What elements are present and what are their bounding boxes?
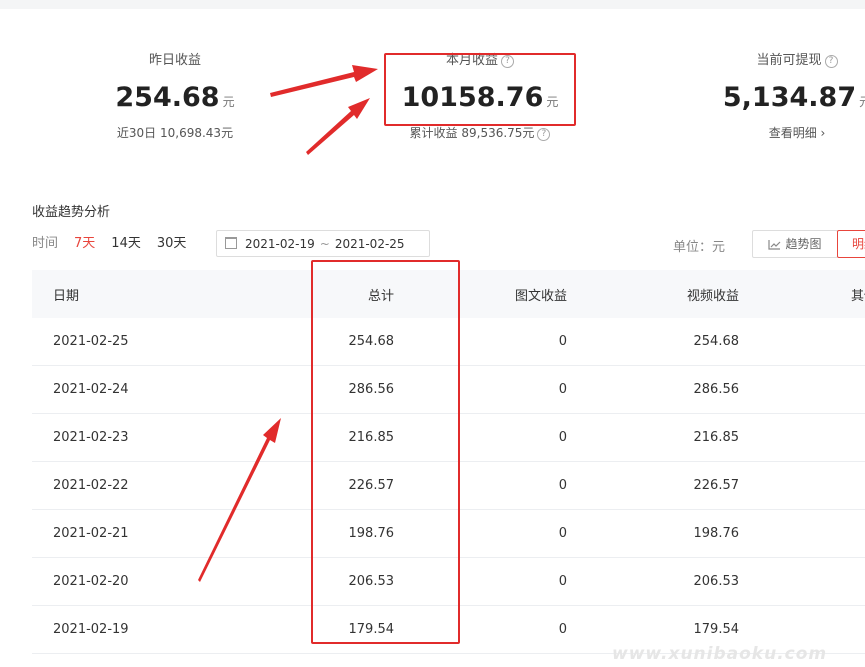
cell-article-earnings: 0	[558, 526, 567, 541]
cell-date: 2021-02-19	[53, 622, 129, 637]
table-row: 2021-02-21 198.76 0 198.76	[32, 510, 865, 558]
cell-total: 254.68	[348, 334, 395, 349]
stat-value: 10158.76 元	[395, 78, 565, 118]
column-header-article-earnings: 图文收益	[514, 288, 567, 304]
date-range-picker[interactable]: 2021-02-19 ~2021-02-25	[216, 230, 430, 257]
cell-total: 206.53	[348, 574, 395, 589]
stat-label: 当前可提现?	[712, 52, 865, 70]
unit-label: 单位：元	[673, 240, 726, 255]
stat-label-text: 当前可提现	[756, 53, 822, 68]
cell-total: 286.56	[348, 382, 395, 397]
date-start: 2021-02-19	[245, 237, 315, 251]
cell-total: 198.76	[348, 526, 395, 541]
help-icon[interactable]: ?	[824, 55, 838, 68]
cell-article-earnings: 0	[558, 430, 567, 445]
watermark: www.xunibaoku.com	[612, 644, 828, 664]
help-icon[interactable]: ?	[501, 55, 514, 68]
stat-unit: 元	[546, 95, 559, 109]
filter-14-days[interactable]: 14天	[111, 236, 141, 251]
column-header-video-earnings: 视频收益	[686, 288, 739, 304]
column-header-total: 总计	[367, 288, 394, 304]
cell-date: 2021-02-21	[53, 526, 129, 541]
stat-label: 昨日收益	[148, 53, 201, 68]
stat-unit: 元	[859, 95, 865, 109]
time-filter: 时间 7天 14天 30天	[32, 233, 202, 255]
stat-unit: 元	[222, 95, 235, 109]
date-separator: ~	[319, 237, 330, 251]
stat-number: 10158.76	[401, 82, 544, 113]
date-end: 2021-02-25	[334, 237, 405, 251]
stat-sub-text: 累计收益 89,536.75元	[409, 126, 535, 140]
table-row: 2021-02-20 206.53 0 206.53	[32, 558, 865, 606]
stat-label: 本月收益?	[395, 52, 565, 70]
cell-article-earnings: 0	[558, 574, 567, 589]
cell-total: 216.85	[348, 430, 395, 445]
stat-month: 本月收益? 10158.76 元 累计收益 89,536.75元?	[395, 52, 565, 141]
cell-article-earnings: 0	[558, 382, 567, 397]
filter-7-days[interactable]: 7天	[74, 236, 95, 251]
cell-article-earnings: 0	[558, 478, 567, 493]
cell-date: 2021-02-22	[53, 478, 129, 493]
cell-date: 2021-02-20	[53, 574, 129, 589]
table-row: 2021-02-24 286.56 0 286.56	[32, 366, 865, 414]
stat-yesterday: 昨日收益 254.68 元 近30日 10,698.43元	[90, 52, 260, 141]
trend-button-label: 趋势图	[785, 237, 822, 251]
arrow-icon	[306, 98, 370, 155]
stat-number: 254.68	[115, 82, 220, 113]
table-row: 2021-02-25 254.68 0 254.68	[32, 318, 865, 366]
arrow-icon	[270, 65, 378, 97]
section-title: 收益趋势分析	[32, 205, 111, 220]
earnings-table: 日期 总计 图文收益 视频收益 其他 2021-02-25 254.68 0 2…	[32, 270, 865, 654]
cell-video-earnings: 254.68	[693, 334, 740, 349]
time-filter-label: 时间	[32, 236, 59, 251]
filter-30-days[interactable]: 30天	[157, 236, 187, 251]
cell-date: 2021-02-24	[53, 382, 129, 397]
cell-total: 179.54	[348, 622, 395, 637]
stat-sub: 累计收益 89,536.75元?	[395, 124, 565, 141]
help-icon[interactable]: ?	[537, 128, 551, 141]
stat-value: 5,134.87元	[712, 78, 865, 118]
stat-value: 254.68 元	[90, 78, 260, 118]
stat-label-text: 本月收益	[445, 53, 498, 68]
table-header: 日期 总计 图文收益 视频收益 其他	[32, 270, 865, 318]
table-row: 2021-02-23 216.85 0 216.85	[32, 414, 865, 462]
stat-number: 5,134.87	[722, 82, 857, 113]
stat-sub: 近30日 10,698.43元	[116, 126, 234, 140]
cell-article-earnings: 0	[558, 622, 567, 637]
cell-video-earnings: 226.57	[693, 478, 740, 493]
cell-video-earnings: 206.53	[693, 574, 740, 589]
calendar-icon	[225, 237, 237, 249]
stat-available: 当前可提现? 5,134.87元 查看明细 ›	[712, 52, 865, 141]
table-button-label: 明细	[852, 237, 865, 251]
cell-date: 2021-02-25	[53, 334, 129, 349]
cell-article-earnings: 0	[558, 334, 567, 349]
cell-video-earnings: 198.76	[693, 526, 740, 541]
cell-video-earnings: 286.56	[693, 382, 740, 397]
column-header-other: 其他	[851, 288, 865, 304]
column-header-date: 日期	[53, 288, 80, 304]
trend-icon	[768, 240, 781, 250]
table-view-button[interactable]: 明细	[837, 230, 865, 258]
table-row: 2021-02-22 226.57 0 226.57	[32, 462, 865, 510]
view-details-link[interactable]: 查看明细 ›	[712, 124, 865, 141]
top-strip	[0, 0, 865, 9]
trend-chart-button[interactable]: 趋势图	[752, 230, 838, 258]
cell-total: 226.57	[348, 478, 395, 493]
cell-date: 2021-02-23	[53, 430, 129, 445]
cell-video-earnings: 216.85	[693, 430, 740, 445]
